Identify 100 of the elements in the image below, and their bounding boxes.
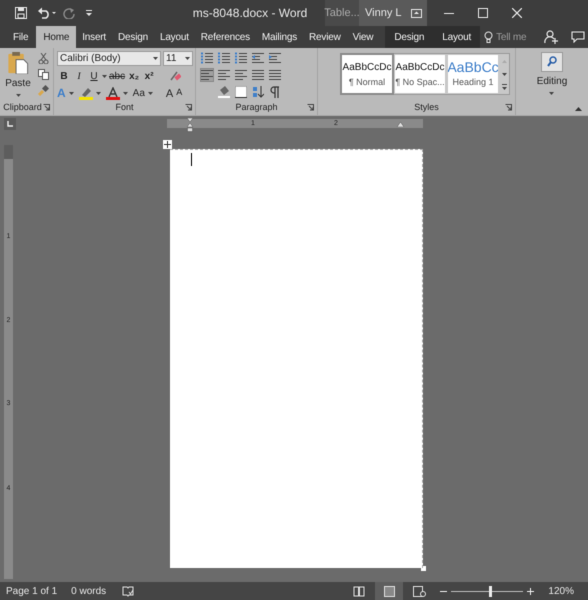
- dialog-launcher-icon[interactable]: [185, 104, 192, 111]
- dialog-launcher-icon[interactable]: [505, 104, 512, 111]
- user-account[interactable]: Vinny L: [359, 0, 427, 26]
- copy-icon[interactable]: [38, 69, 49, 80]
- paste-button[interactable]: Paste: [4, 51, 32, 97]
- proofing-icon[interactable]: [122, 586, 134, 596]
- justify-icon[interactable]: [252, 69, 264, 81]
- multilevel-list-icon[interactable]: [235, 52, 247, 64]
- group-label: Font: [115, 100, 134, 114]
- pilcrow-icon[interactable]: [269, 86, 281, 98]
- ribbon-tab[interactable]: Insert: [76, 26, 112, 48]
- caret-icon[interactable]: [148, 92, 153, 94]
- collapse-ribbon-icon[interactable]: [575, 106, 582, 111]
- resize-handle[interactable]: [421, 566, 426, 571]
- group-label: Paragraph: [235, 100, 278, 114]
- print-layout-button[interactable]: [375, 582, 404, 600]
- ribbon-tab[interactable]: View: [346, 26, 380, 48]
- word-count[interactable]: 0 words: [71, 584, 106, 598]
- borders-icon[interactable]: [235, 86, 247, 98]
- style-name: ¶ Normal: [348, 76, 386, 90]
- ribbon-tab[interactable]: Layout: [433, 26, 480, 48]
- decrease-indent-icon[interactable]: [252, 52, 264, 64]
- style-name: Heading 1: [452, 76, 494, 90]
- shrink-font-button[interactable]: A: [176, 86, 182, 100]
- share-person-icon[interactable]: [544, 30, 558, 44]
- indent-marker-icon[interactable]: [187, 118, 193, 132]
- contextual-tab-label: Table...: [325, 0, 359, 26]
- ribbon-tab[interactable]: File: [7, 26, 34, 48]
- scissors-icon[interactable]: [38, 53, 49, 64]
- comment-icon[interactable]: [571, 31, 586, 43]
- print-layout-icon: [384, 586, 395, 596]
- bold-button[interactable]: B: [57, 69, 71, 83]
- caret-icon: [16, 94, 20, 97]
- style-name: ¶ No Spac...: [395, 76, 445, 90]
- read-mode-icon[interactable]: [353, 586, 366, 596]
- undo-icon[interactable]: [37, 7, 57, 19]
- redo-icon: [63, 7, 75, 19]
- align-left-icon[interactable]: [201, 69, 213, 81]
- group-label: Clipboard: [3, 100, 42, 114]
- ribbon-tab[interactable]: Review: [303, 26, 347, 48]
- sort-icon[interactable]: [252, 86, 264, 98]
- clipboard-icon: [7, 51, 29, 74]
- line-spacing-icon[interactable]: [269, 69, 281, 81]
- style-item[interactable]: AaBbCcDc ¶ Normal: [342, 55, 392, 93]
- dialog-launcher-icon[interactable]: [43, 104, 50, 111]
- page-count[interactable]: Page 1 of 1: [6, 584, 58, 598]
- align-right-icon[interactable]: [235, 69, 247, 81]
- font-color-icon[interactable]: [106, 86, 120, 100]
- italic-button[interactable]: I: [72, 69, 86, 83]
- ribbon-tab[interactable]: Layout: [154, 26, 195, 48]
- font-name-dropdown[interactable]: Calibri (Body): [57, 51, 161, 66]
- ribbon-display-icon[interactable]: [411, 8, 422, 18]
- increase-indent-icon[interactable]: [269, 52, 281, 64]
- caret-icon: [153, 57, 158, 60]
- highlighter-icon[interactable]: [78, 86, 93, 100]
- editing-button[interactable]: Editing: [536, 52, 568, 95]
- underline-button[interactable]: U: [87, 69, 101, 83]
- paintbrush-icon[interactable]: [38, 85, 49, 96]
- caret-icon[interactable]: [68, 92, 74, 94]
- font-size-dropdown[interactable]: 11: [163, 51, 193, 66]
- ribbon-tab[interactable]: Design: [112, 26, 154, 48]
- style-preview: AaBbCcDc: [342, 60, 392, 75]
- zoom-thumb[interactable]: [489, 586, 492, 596]
- save-icon[interactable]: [15, 7, 27, 19]
- caret-icon[interactable]: [102, 74, 107, 78]
- search-icon: [540, 52, 563, 72]
- table-move-handle-icon[interactable]: [163, 140, 172, 149]
- user-name: Vinny L: [365, 6, 402, 21]
- dialog-launcher-icon[interactable]: [307, 104, 314, 111]
- clear-formatting-icon[interactable]: [169, 70, 182, 82]
- ribbon-tab[interactable]: Design: [385, 26, 434, 48]
- center-icon[interactable]: [218, 69, 230, 81]
- tab-selector-icon[interactable]: [4, 118, 16, 130]
- change-case-button[interactable]: Aa: [132, 86, 145, 100]
- zoom-slider[interactable]: [451, 586, 524, 596]
- right-indent-icon[interactable]: [397, 122, 404, 127]
- bullets-icon[interactable]: [201, 52, 213, 64]
- numbering-icon[interactable]: [218, 52, 230, 64]
- maximize-icon[interactable]: [478, 8, 488, 18]
- window-title: ms-8048.docx - Word: [192, 5, 308, 22]
- tell-me-field[interactable]: Tell me: [496, 30, 532, 44]
- strikethrough-button[interactable]: abc: [108, 69, 126, 83]
- zoom-in-icon[interactable]: [527, 588, 534, 594]
- zoom-level[interactable]: 120%: [548, 584, 574, 598]
- close-icon[interactable]: [512, 8, 522, 18]
- caret-icon: [185, 57, 190, 60]
- style-preview: AaBbCcDc: [396, 60, 444, 75]
- customize-icon[interactable]: [85, 9, 93, 17]
- caret-icon: [549, 92, 554, 95]
- superscript-button[interactable]: x²: [142, 69, 156, 83]
- caret-icon[interactable]: [122, 92, 128, 94]
- caret-icon[interactable]: [96, 92, 101, 94]
- subscript-button[interactable]: x₂: [127, 69, 142, 83]
- web-layout-icon[interactable]: [413, 586, 426, 596]
- ribbon-tab[interactable]: Home: [36, 26, 76, 48]
- ribbon-tab[interactable]: Mailings: [256, 26, 304, 48]
- grow-font-button[interactable]: A: [166, 86, 174, 100]
- ribbon-tab[interactable]: References: [194, 26, 256, 48]
- shading-icon[interactable]: [218, 86, 230, 98]
- style-item[interactable]: AaBbCcDc ¶ No Spac...: [395, 55, 445, 93]
